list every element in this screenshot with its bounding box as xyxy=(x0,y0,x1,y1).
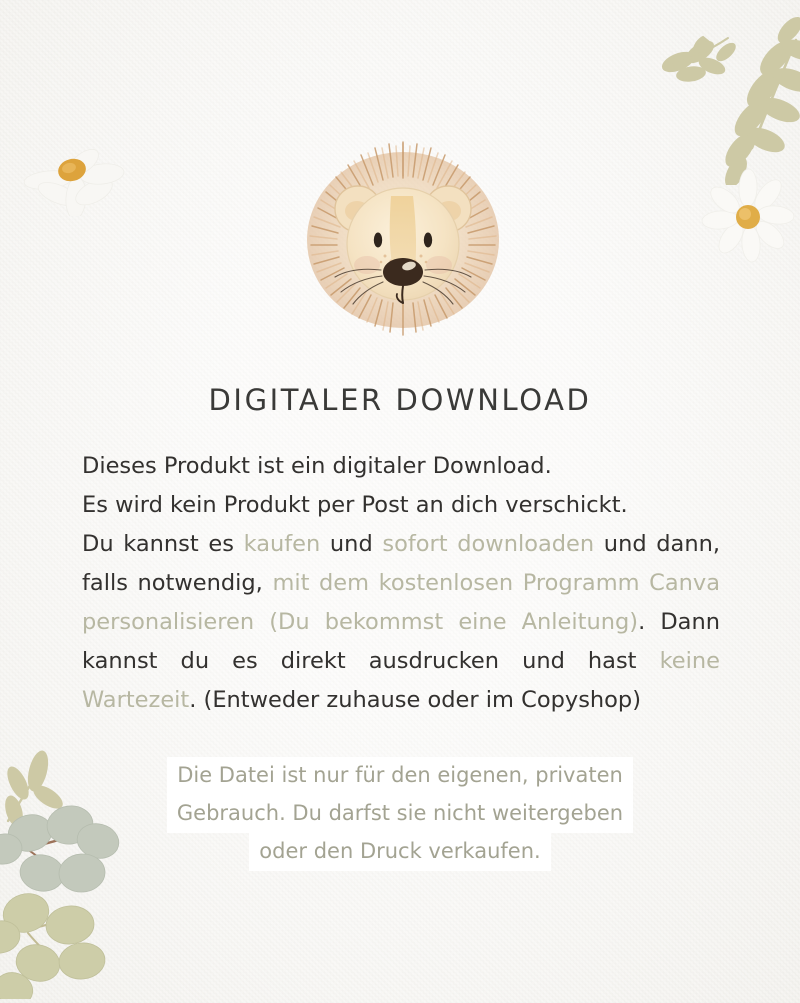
notice-line-2: Gebrauch. Du darfst sie nicht weitergebe… xyxy=(166,795,634,833)
olive-branch-decoration-top-right xyxy=(640,0,800,189)
description-paragraph: Dieses Produkt ist ein digitaler Downloa… xyxy=(82,447,720,720)
notice-row-3: oder den Druck verkaufen. xyxy=(0,833,800,871)
license-notice: Die Datei ist nur für den eigenen, priva… xyxy=(0,757,800,871)
flow-seg-2-highlight: kaufen xyxy=(243,531,321,557)
lion-head-illustration xyxy=(281,140,525,345)
description-line-1: Dieses Produkt ist ein digitaler Downloa… xyxy=(82,453,552,479)
notice-line-3: oder den Druck verkaufen. xyxy=(249,833,551,871)
daisy-flower-right xyxy=(700,168,796,268)
notice-line-1: Die Datei ist nur für den eigenen, priva… xyxy=(167,757,633,795)
flow-seg-4-highlight: sofort downloaden xyxy=(382,531,595,557)
notice-row-2: Gebrauch. Du darfst sie nicht weitergebe… xyxy=(0,795,800,833)
notice-row-1: Die Datei ist nur für den eigenen, priva… xyxy=(0,757,800,795)
flow-seg-1: Du kannst es xyxy=(82,531,244,557)
flow-seg-9: . (Entweder zuhause oder im Copyshop) xyxy=(189,687,641,713)
flow-seg-3: und xyxy=(320,531,383,557)
description-line-2: Es wird kein Produkt per Post an dich ve… xyxy=(82,492,628,518)
daisy-flower-left xyxy=(22,128,130,220)
page-title: DIGITALER DOWNLOAD xyxy=(208,383,592,417)
